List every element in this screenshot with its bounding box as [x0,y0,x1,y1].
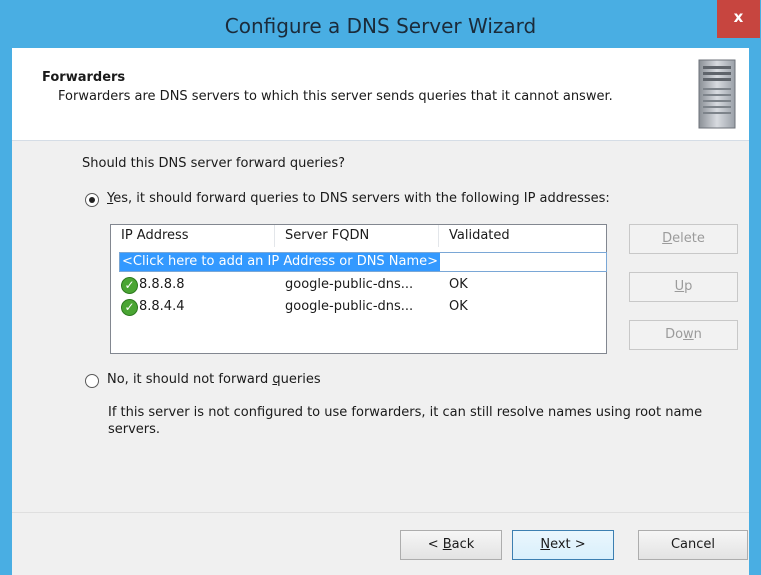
add-address-prompt[interactable]: <Click here to add an IP Address or DNS … [120,253,441,271]
validated-cell: OK [449,299,468,314]
close-button[interactable]: x [717,0,760,38]
validated-cell: OK [449,277,468,292]
title-bar: Configure a DNS Server Wizard x [0,0,761,48]
column-header-validated[interactable]: Validated [439,225,605,247]
check-circle-icon: ✓ [121,299,138,316]
cancel-button[interactable]: Cancel [638,530,748,560]
footer-divider [12,512,749,513]
column-header-fqdn[interactable]: Server FQDN [275,225,439,247]
no-radio-label[interactable]: No, it should not forward queries [107,372,321,387]
add-address-row[interactable]: <Click here to add an IP Address or DNS … [119,252,607,272]
table-row[interactable]: ✓ 8.8.8.8 google-public-dns... OK [111,275,608,295]
wizard-header: Forwarders Forwarders are DNS servers to… [12,48,749,141]
check-circle-icon: ✓ [121,277,138,294]
yes-radio[interactable] [85,193,99,207]
back-button[interactable]: < Back [400,530,502,560]
fqdn-cell: google-public-dns... [285,299,414,314]
page-title: Forwarders [42,70,126,85]
forwarders-list[interactable]: IP Address Server FQDN Validated <Click … [110,224,607,354]
column-header-ip[interactable]: IP Address [111,225,275,247]
forward-question: Should this DNS server forward queries? [82,156,346,171]
up-button[interactable]: Up [629,272,738,302]
fqdn-cell: google-public-dns... [285,277,414,292]
next-button[interactable]: Next > [512,530,614,560]
down-button[interactable]: Down [629,320,738,350]
forwarders-info-text: If this server is not configured to use … [108,405,703,437]
yes-radio-label[interactable]: Yes, it should forward queries to DNS se… [107,191,610,206]
page-description: Forwarders are DNS servers to which this… [58,89,613,104]
table-row[interactable]: ✓ 8.8.4.4 google-public-dns... OK [111,297,608,317]
server-icon [697,58,737,134]
no-radio[interactable] [85,374,99,388]
wizard-body: Forwarders Forwarders are DNS servers to… [12,48,749,575]
window-title: Configure a DNS Server Wizard [224,14,537,38]
ip-cell: 8.8.4.4 [139,299,185,314]
delete-button[interactable]: Delete [629,224,738,254]
ip-cell: 8.8.8.8 [139,277,185,292]
